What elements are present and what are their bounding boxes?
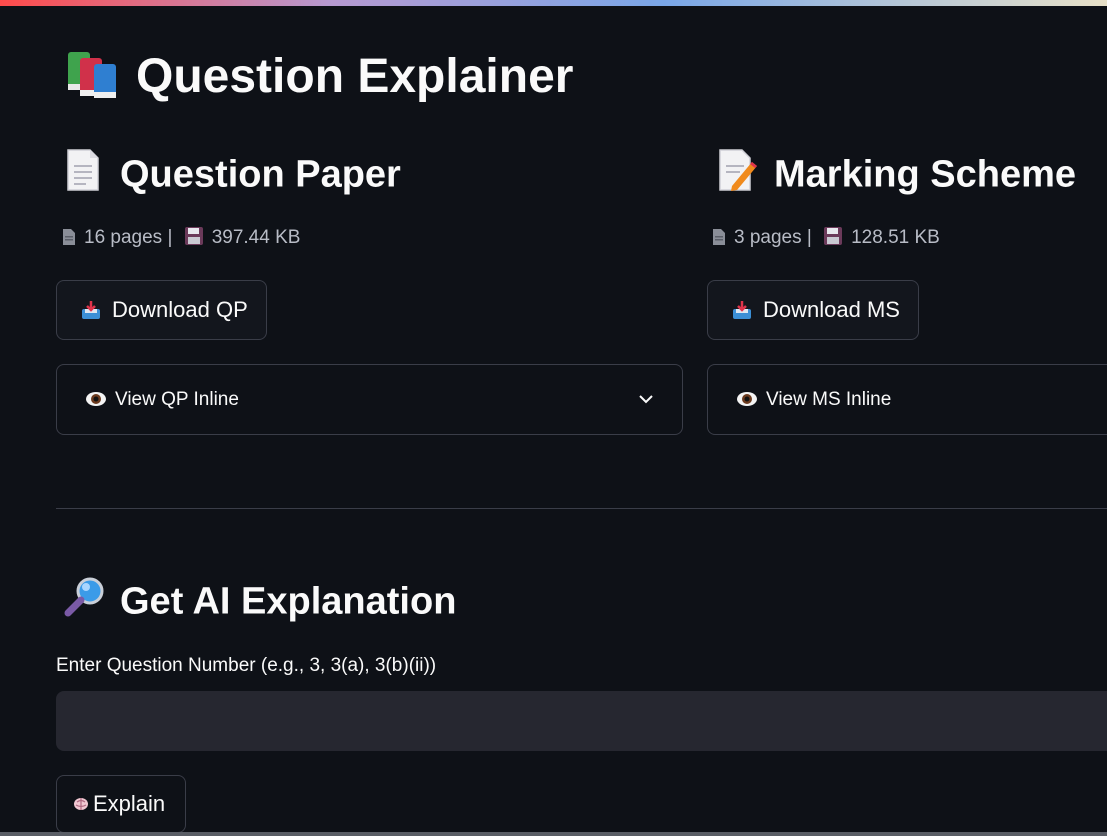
marking-scheme-meta: 3 pages | 128.51 KB xyxy=(712,226,940,250)
download-ms-label: Download MS xyxy=(763,297,900,322)
view-qp-label: View QP Inline xyxy=(115,389,239,410)
view-ms-label: View MS Inline xyxy=(766,389,892,410)
inbox-tray-icon xyxy=(81,284,101,319)
eye-icon xyxy=(85,389,107,406)
marking-scheme-heading-text: Marking Scheme xyxy=(774,153,1076,196)
question-paper-heading-text: Question Paper xyxy=(120,153,401,196)
question-paper-meta: 16 pages | 397.44 KB xyxy=(62,226,300,250)
header-decoration-bar xyxy=(0,0,1107,6)
page-title-text: Question Explainer xyxy=(136,50,574,104)
section-divider xyxy=(56,508,1107,509)
page-title: Question Explainer xyxy=(62,44,573,115)
floppy-disk-icon xyxy=(823,226,843,245)
document-icon xyxy=(62,228,76,246)
page-icon xyxy=(64,148,102,205)
download-qp-button[interactable]: Download QP xyxy=(56,280,267,340)
question-number-label: Enter Question Number (e.g., 3, 3(a), 3(… xyxy=(56,655,437,676)
eye-icon xyxy=(736,389,758,406)
magnifier-icon xyxy=(62,575,106,632)
window-bottom-edge xyxy=(0,832,1107,836)
chevron-down-icon[interactable] xyxy=(638,391,654,407)
explanation-heading-text: Get AI Explanation xyxy=(120,580,457,623)
download-ms-button[interactable]: Download MS xyxy=(707,280,919,340)
view-qp-expander[interactable]: View QP Inline xyxy=(56,364,683,435)
inbox-tray-icon xyxy=(732,284,752,319)
floppy-disk-icon xyxy=(184,226,204,245)
question-paper-heading: Question Paper xyxy=(64,148,401,205)
memo-icon xyxy=(716,148,758,205)
ms-pages-text: 3 pages | xyxy=(734,227,812,248)
marking-scheme-heading: Marking Scheme xyxy=(716,148,1076,205)
explain-label: Explain xyxy=(93,791,166,816)
brain-icon xyxy=(73,777,89,810)
document-icon xyxy=(712,228,726,246)
qp-pages-text: 16 pages | xyxy=(84,227,173,248)
view-ms-expander[interactable]: View MS Inline xyxy=(707,364,1107,435)
question-number-input[interactable] xyxy=(56,691,1107,751)
download-qp-label: Download QP xyxy=(112,297,248,322)
books-icon xyxy=(62,44,122,115)
explanation-heading: Get AI Explanation xyxy=(62,575,456,632)
ms-size-text: 128.51 KB xyxy=(851,227,940,248)
explain-button[interactable]: Explain xyxy=(56,775,186,833)
qp-size-text: 397.44 KB xyxy=(211,227,301,248)
